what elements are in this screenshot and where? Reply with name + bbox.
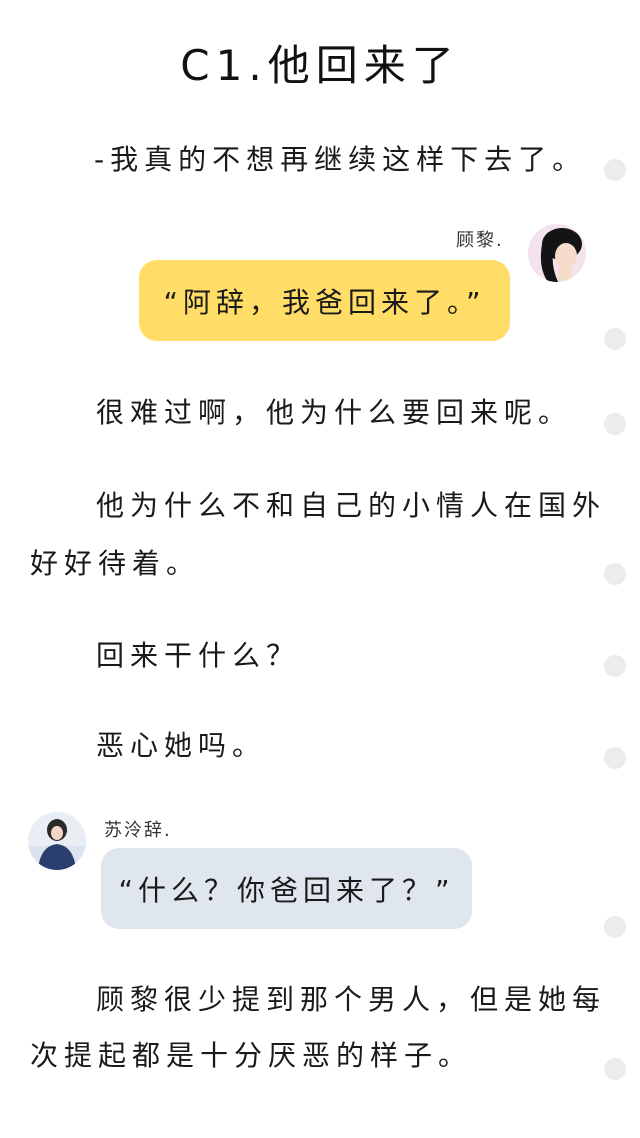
scroll-dot[interactable]	[604, 159, 626, 181]
paragraph-2: 很难过啊，他为什么要回来呢。	[96, 396, 573, 429]
paragraph-1: -我真的不想再继续这样下去了。	[94, 143, 587, 176]
avatar-su-lingci[interactable]	[28, 812, 86, 870]
scroll-dot[interactable]	[604, 413, 626, 435]
avatar-su-lingci-image	[28, 812, 86, 870]
avatar-gu-li-image	[528, 224, 586, 282]
paragraph-4: 好好待着。	[30, 547, 201, 580]
scroll-dot[interactable]	[604, 655, 626, 677]
paragraph-5: 回来干什么？	[96, 639, 301, 672]
speaker-name-right: 顾黎.	[456, 230, 504, 251]
scroll-dot[interactable]	[604, 916, 626, 938]
paragraph-8: 次提起都是十分厌恶的样子。	[30, 1039, 473, 1072]
paragraph-3: 他为什么不和自己的小情人在国外	[96, 489, 607, 522]
scroll-dot[interactable]	[604, 1058, 626, 1080]
scroll-dot[interactable]	[604, 328, 626, 350]
scroll-dot[interactable]	[604, 747, 626, 769]
paragraph-7: 顾黎很少提到那个男人，但是她每	[96, 983, 607, 1016]
paragraph-6: 恶心她吗。	[96, 729, 267, 762]
scroll-dot[interactable]	[604, 563, 626, 585]
message-bubble-left[interactable]: “什么？你爸回来了？”	[101, 848, 472, 929]
chapter-title: C1.他回来了	[180, 41, 460, 90]
avatar-gu-li[interactable]	[528, 224, 586, 282]
message-bubble-right[interactable]: “阿辞，我爸回来了。”	[139, 260, 510, 341]
speaker-name-left: 苏泠辞.	[104, 820, 172, 841]
